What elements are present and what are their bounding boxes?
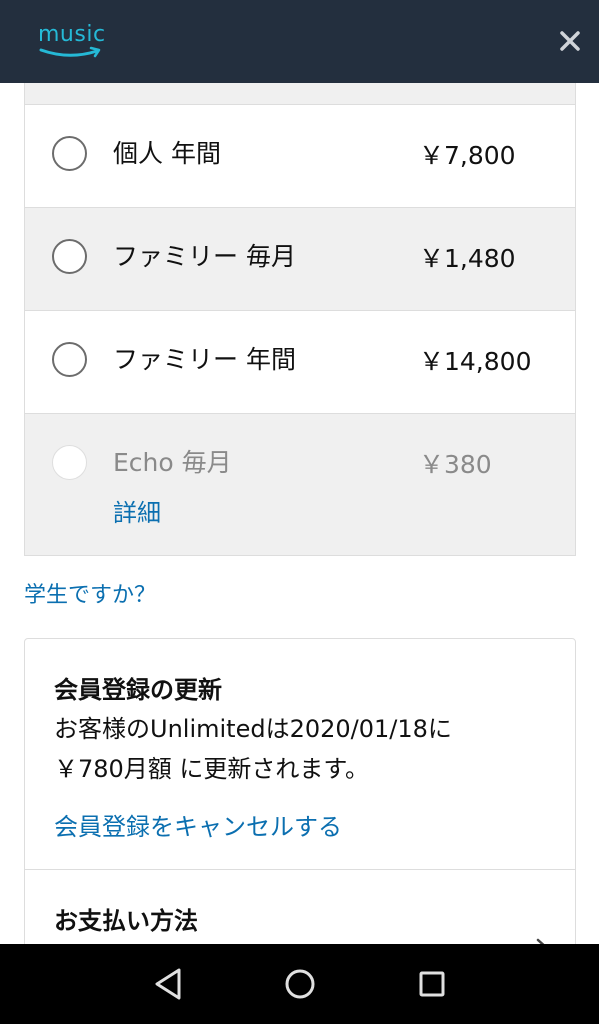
radio-button[interactable] bbox=[52, 342, 87, 377]
plan-list: 個人 年間 ￥7,800 ファミリー 毎月 ￥1,480 ファミリー 年間 ￥1… bbox=[24, 83, 576, 556]
amazon-music-logo: music bbox=[38, 22, 108, 62]
renewal-text: お客様のUnlimitedは2020/01/18に bbox=[54, 715, 452, 743]
radio-button-disabled bbox=[52, 445, 87, 480]
close-icon[interactable] bbox=[557, 28, 583, 54]
logo-text: music bbox=[38, 22, 106, 47]
plan-name: 個人 年間 bbox=[113, 139, 221, 168]
home-circle-icon[interactable] bbox=[280, 964, 320, 1004]
content: 個人 年間 ￥7,800 ファミリー 毎月 ￥1,480 ファミリー 年間 ￥1… bbox=[0, 83, 599, 944]
plan-row-family-monthly[interactable]: ファミリー 毎月 ￥1,480 bbox=[25, 208, 575, 311]
chevron-right-icon[interactable] bbox=[535, 937, 551, 944]
radio-button[interactable] bbox=[52, 239, 87, 274]
plan-name: ファミリー 年間 bbox=[113, 345, 296, 374]
divider bbox=[25, 869, 575, 870]
plan-name: Echo 毎月 bbox=[113, 448, 232, 477]
cancel-membership-link[interactable]: 会員登録をキャンセルする bbox=[54, 811, 342, 843]
plan-row-personal-annual[interactable]: 個人 年間 ￥7,800 bbox=[25, 105, 575, 208]
student-link[interactable]: 学生ですか？ bbox=[24, 581, 156, 611]
android-nav-bar bbox=[0, 944, 599, 1024]
app-header: music bbox=[0, 0, 599, 83]
logo-smile-icon bbox=[39, 46, 101, 58]
details-link[interactable]: 詳細 bbox=[113, 498, 161, 528]
plan-price: ￥7,800 bbox=[419, 141, 516, 170]
radio-button[interactable] bbox=[52, 136, 87, 171]
plan-row-echo-monthly: Echo 毎月 ￥380 詳細 bbox=[25, 414, 575, 555]
plan-name: ファミリー 毎月 bbox=[113, 242, 296, 271]
renewal-title: 会員登録の更新 bbox=[54, 676, 222, 704]
back-triangle-icon[interactable] bbox=[149, 964, 189, 1004]
payment-method-title[interactable]: お支払い方法 bbox=[54, 905, 198, 937]
plan-row-partial bbox=[25, 83, 575, 105]
plan-price: ￥380 bbox=[419, 450, 492, 479]
membership-card: 会員登録の更新 お客様のUnlimitedは2020/01/18に ￥780月額… bbox=[24, 638, 576, 944]
plan-row-family-annual[interactable]: ファミリー 年間 ￥14,800 bbox=[25, 311, 575, 414]
plan-price: ￥1,480 bbox=[419, 244, 516, 273]
plan-price: ￥14,800 bbox=[419, 347, 532, 376]
recents-square-icon[interactable] bbox=[412, 964, 452, 1004]
renewal-text: ￥780月額 に更新されます。 bbox=[54, 755, 370, 783]
